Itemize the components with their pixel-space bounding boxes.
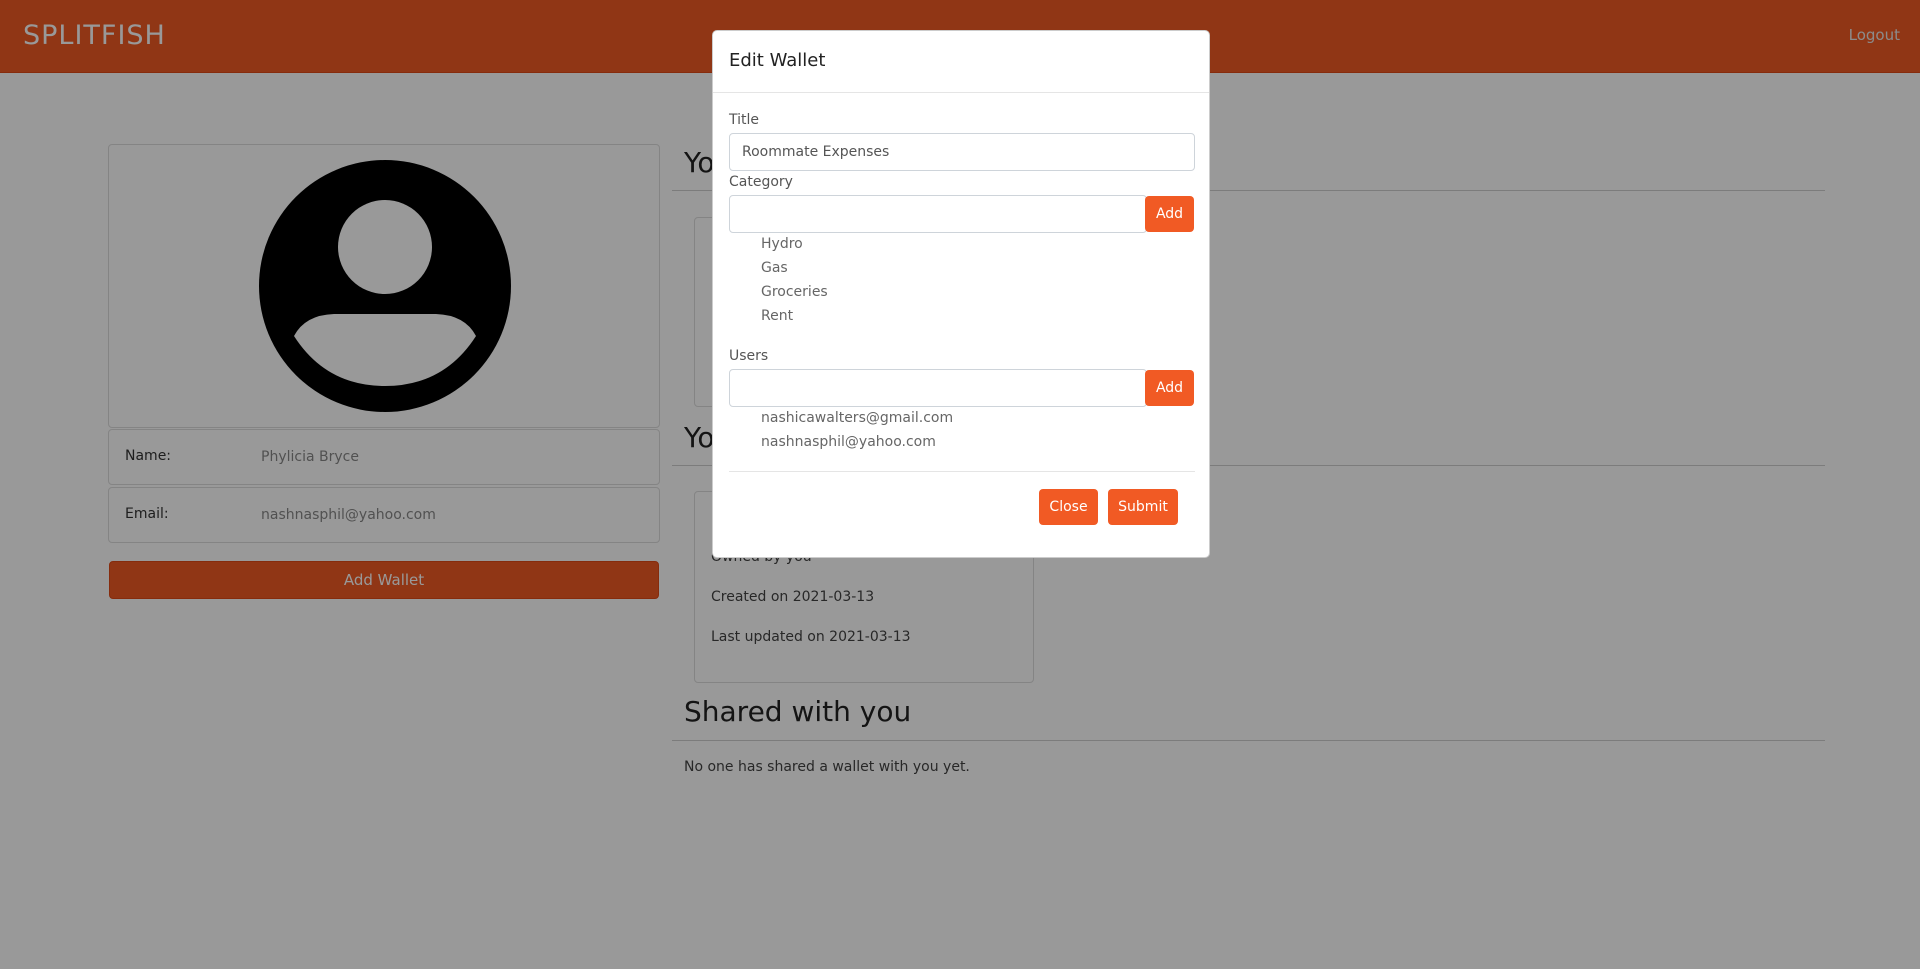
category-label: Category: [729, 174, 793, 190]
category-input[interactable]: [729, 195, 1147, 233]
user-item: nashicawalters@gmail.com: [761, 410, 954, 426]
submit-button[interactable]: Submit: [1108, 489, 1178, 525]
category-item: Gas: [761, 260, 788, 276]
edit-wallet-modal: Edit Wallet Title Roommate Expenses Cate…: [712, 30, 1210, 558]
modal-header-divider: [713, 92, 1209, 93]
category-item: Rent: [761, 308, 794, 324]
category-item: Hydro: [761, 236, 803, 252]
title-input[interactable]: Roommate Expenses: [729, 133, 1195, 171]
modal-footer-divider: [729, 471, 1195, 472]
user-item: nashnasphil@yahoo.com: [761, 434, 936, 450]
add-user-button[interactable]: Add: [1145, 370, 1194, 406]
add-category-button[interactable]: Add: [1145, 196, 1194, 232]
modal-title: Edit Wallet: [729, 50, 826, 71]
title-label: Title: [729, 112, 760, 128]
users-label: Users: [729, 348, 769, 364]
users-input[interactable]: [729, 369, 1147, 407]
close-button[interactable]: Close: [1039, 489, 1098, 525]
category-item: Groceries: [761, 284, 828, 300]
